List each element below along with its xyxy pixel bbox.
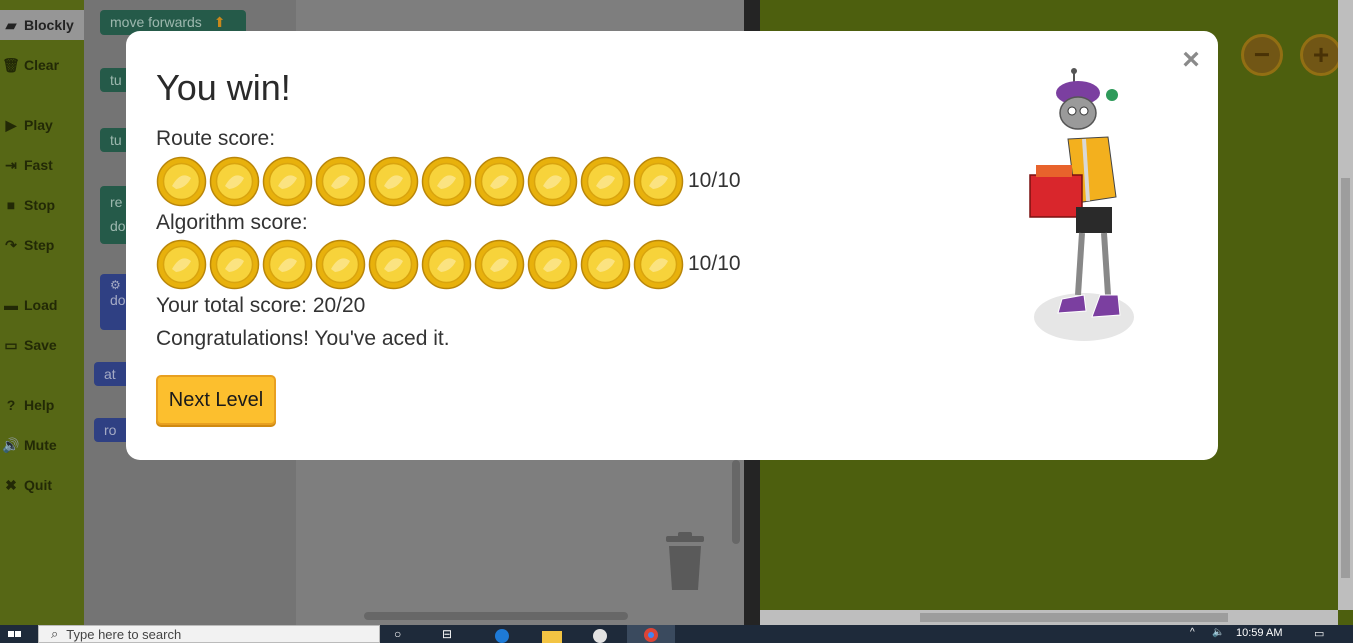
cortana-icon[interactable]: ○ — [394, 627, 418, 643]
gold-coin-icon — [156, 156, 207, 206]
gold-coin-icon — [262, 239, 313, 289]
algorithm-score-value: 10/10 — [688, 252, 741, 275]
gold-coin-icon — [368, 239, 419, 289]
congratulations-message: Congratulations! You've aced it. — [156, 327, 450, 350]
chrome-taskbar-item[interactable] — [627, 625, 675, 643]
gold-coin-icon — [368, 156, 419, 206]
task-view-icon[interactable]: ⊟ — [442, 627, 466, 643]
volume-icon[interactable]: 🔈 — [1212, 627, 1236, 643]
total-score: Your total score: 20/20 — [156, 294, 366, 317]
close-button[interactable]: × — [1178, 45, 1204, 75]
route-score-label: Route score: — [156, 127, 276, 150]
gold-coin-icon — [633, 239, 684, 289]
gold-coin-icon — [315, 239, 366, 289]
tray-chevron-icon[interactable]: ^ — [1190, 627, 1214, 643]
gold-coin-icon — [527, 156, 578, 206]
route-score-coins: 10/10 — [156, 155, 741, 207]
notifications-icon[interactable]: ▭ — [1314, 627, 1338, 643]
gold-coin-icon — [315, 156, 366, 206]
taskbar: ⌕ Type here to search ○ ⊟ ^ 🔈 10:59 AM ▭ — [0, 625, 1353, 643]
gold-coin-icon — [421, 239, 472, 289]
file-explorer-icon[interactable] — [540, 627, 564, 643]
gold-coin-icon — [262, 156, 313, 206]
next-level-button[interactable]: Next Level — [156, 375, 276, 425]
gold-coin-icon — [209, 239, 260, 289]
algorithm-score-coins: 10/10 — [156, 238, 741, 290]
gold-coin-icon — [633, 156, 684, 206]
system-clock[interactable]: 10:59 AM — [1236, 627, 1282, 639]
windows-start-icon[interactable] — [0, 625, 38, 643]
gold-coin-icon — [156, 239, 207, 289]
search-placeholder: Type here to search — [66, 626, 182, 642]
taskbar-search-box[interactable]: ⌕ Type here to search — [38, 625, 380, 643]
app-icon[interactable] — [588, 627, 612, 643]
edge-browser-icon[interactable] — [492, 627, 516, 643]
gold-coin-icon — [474, 156, 525, 206]
route-score-value: 10/10 — [688, 169, 741, 192]
gold-coin-icon — [580, 156, 631, 206]
search-icon: ⌕ — [51, 626, 59, 641]
gold-coin-icon — [209, 156, 260, 206]
chrome-icon — [644, 628, 658, 642]
gold-coin-icon — [580, 239, 631, 289]
gold-coin-icon — [474, 239, 525, 289]
dialog-title: You win! — [156, 67, 291, 108]
gold-coin-icon — [527, 239, 578, 289]
robot-character-illustration — [1029, 68, 1134, 341]
algorithm-score-label: Algorithm score: — [156, 211, 308, 234]
gold-coin-icon — [421, 156, 472, 206]
win-dialog: × You win! Route score: 10/10 Algorithm … — [126, 31, 1218, 460]
